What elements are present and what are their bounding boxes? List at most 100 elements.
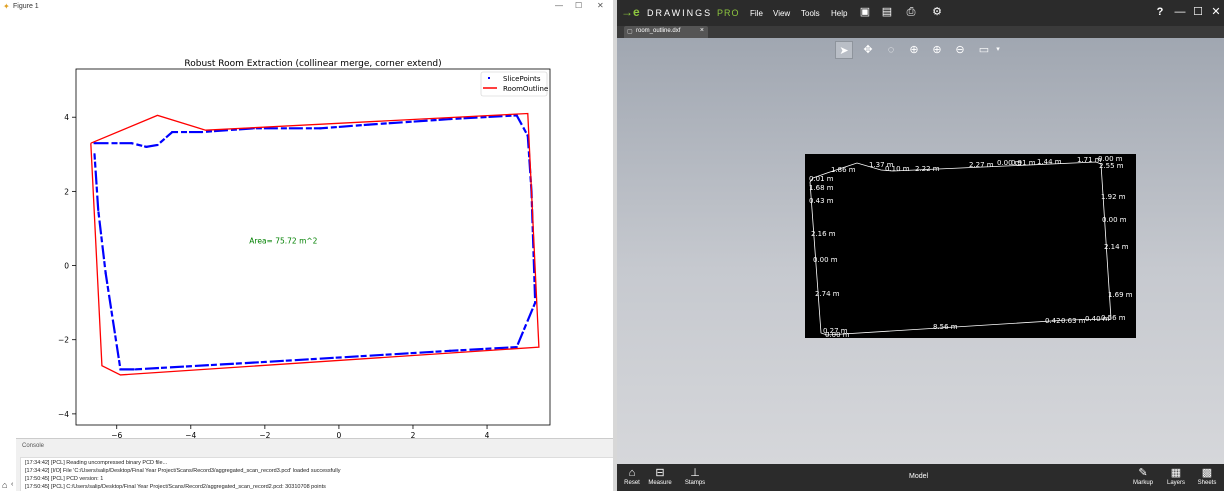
y-tick-label: 0 xyxy=(64,262,69,271)
print-icon[interactable]: ⎙ xyxy=(904,6,918,19)
menu-file[interactable]: File xyxy=(750,9,763,18)
dimension-label: 2.27 m xyxy=(969,161,994,169)
edrawings-bottombar: ⌂ Reset ⊟ Measure ⊥ Stamps Model ✎ Markup ▦ L… xyxy=(617,464,1224,491)
dimension-label: 0.00 m xyxy=(825,331,850,338)
document-tabbar: ▢ room_outline.dxf × xyxy=(617,26,1224,38)
maximize-button[interactable]: ☐ xyxy=(575,1,582,10)
markup-button[interactable]: ✎ Markup xyxy=(1128,466,1158,486)
reset-button[interactable]: ⌂ Reset xyxy=(617,466,647,486)
slice-point xyxy=(104,271,107,274)
minimize-button[interactable]: — xyxy=(555,1,563,10)
home-icon: ⌂ xyxy=(628,467,636,479)
dimension-label: 8.56 m xyxy=(933,323,958,331)
edrawings-logo-icon: →e xyxy=(621,5,640,19)
slice-point xyxy=(319,127,322,130)
zoom-area-icon[interactable]: ⊕ xyxy=(905,41,923,59)
sheets-button[interactable]: ▩ Sheets xyxy=(1192,466,1222,486)
pen-icon: ✎ xyxy=(1138,467,1148,479)
console-panel: Console [17:34:42] [PCL] Reading uncompr… xyxy=(16,438,614,491)
select-arrow-icon[interactable]: ➤ xyxy=(835,41,853,59)
x-tick-label: 2 xyxy=(411,431,416,438)
minimize-button[interactable]: — xyxy=(1173,6,1187,19)
x-tick-label: −2 xyxy=(259,431,270,438)
legend-label-slicepoints: SlicePoints xyxy=(503,75,541,83)
open-folder-icon[interactable]: ▣ xyxy=(858,6,872,19)
dimension-label: 0.00 m xyxy=(813,256,838,264)
dimension-label: 0.42 xyxy=(1045,317,1061,325)
edrawings-topbar: →e DRAWINGS PRO File View Tools Help ▣ ▤… xyxy=(617,0,1224,26)
x-tick-label: −6 xyxy=(111,431,122,438)
chevron-down-icon[interactable]: ▾ xyxy=(989,41,1007,59)
plot-axes xyxy=(75,68,551,426)
dimension-label: 2.22 m xyxy=(915,165,940,173)
tab-room-outline[interactable]: ▢ room_outline.dxf × xyxy=(624,26,708,38)
y-tick-label: −4 xyxy=(58,410,69,419)
x-axis: −6 −4 −2 0 2 4 xyxy=(111,425,490,438)
tab-close-icon[interactable]: × xyxy=(700,27,704,34)
slice-point xyxy=(145,145,148,148)
y-tick-label: 4 xyxy=(64,113,69,122)
dimension-label: 2.16 m xyxy=(811,230,836,238)
dimension-label: 0.91 m xyxy=(1011,159,1036,167)
menu-tools[interactable]: Tools xyxy=(801,9,820,18)
chart-title: Robust Room Extraction (collinear merge,… xyxy=(184,59,441,69)
slice-point xyxy=(263,360,266,363)
edrawings-window: →e DRAWINGS PRO File View Tools Help ▣ ▤… xyxy=(617,0,1224,491)
dimension-label: 2.14 m xyxy=(1104,243,1129,251)
room-outline-drawing xyxy=(809,161,1112,336)
dimension-label: 0.56 m xyxy=(1101,314,1126,322)
console-title: Console xyxy=(22,443,45,449)
slice-point xyxy=(119,368,122,371)
legend: SlicePoints RoomOutline xyxy=(480,71,548,97)
ruler-icon: ⊟ xyxy=(655,467,665,479)
tab-label: room_outline.dxf xyxy=(636,28,681,34)
menu-help[interactable]: Help xyxy=(831,9,847,18)
zoom-fit-icon[interactable]: ⊖ xyxy=(951,41,969,59)
close-button[interactable]: ✕ xyxy=(1209,6,1223,19)
slice-point xyxy=(449,118,452,121)
window-titlebar: ✦ Figure 1 — ☐ ✕ xyxy=(0,0,614,13)
maximize-button[interactable]: ☐ xyxy=(1191,6,1205,19)
dimension-label: 1.68 m xyxy=(809,184,834,192)
x-tick-label: 4 xyxy=(485,431,490,438)
dimension-label: 1.44 m xyxy=(1037,158,1062,166)
zoom-in-icon[interactable]: ⊕ xyxy=(928,41,946,59)
help-icon[interactable]: ? xyxy=(1153,6,1167,19)
drawing-canvas[interactable]: 1.86 m1.37 m0.10 m 2.22 m 2.27 m 0.00 m0.91… xyxy=(805,154,1136,338)
close-button[interactable]: ✕ xyxy=(597,1,604,10)
stamp-icon: ⊥ xyxy=(690,467,700,479)
edrawings-brand: DRAWINGS xyxy=(647,8,713,18)
save-icon[interactable]: ▤ xyxy=(880,6,894,19)
slice-point xyxy=(534,301,537,304)
layers-button[interactable]: ▦ Layers xyxy=(1161,466,1191,486)
collapse-icon[interactable]: ‹ xyxy=(11,481,13,488)
x-tick-label: 0 xyxy=(337,431,342,438)
edrawings-pro-label: PRO xyxy=(717,8,740,18)
slice-point xyxy=(156,144,159,147)
console-line: [17:34:42] [I/O] File 'C:/Users/salip/De… xyxy=(25,468,341,474)
matplotlib-window: ✦ Figure 1 — ☐ ✕ Robust Room Extraction … xyxy=(0,0,614,491)
dimension-label: 0.01 m xyxy=(809,175,834,183)
pan-icon[interactable]: ✥ xyxy=(859,41,877,59)
measure-button[interactable]: ⊟ Measure xyxy=(645,466,675,486)
slice-point xyxy=(171,131,174,134)
slice-point xyxy=(134,368,137,371)
dimension-label: 1.86 m xyxy=(831,166,856,174)
slice-point xyxy=(449,349,452,352)
rotate-icon[interactable]: ◌ xyxy=(882,41,900,59)
dimension-label: 2.74 m xyxy=(815,290,840,298)
dimension-label: 0.63 m xyxy=(1061,317,1086,325)
desktop: ✦ Figure 1 — ☐ ✕ Robust Room Extraction … xyxy=(0,0,1224,491)
menu-view[interactable]: View xyxy=(773,9,790,18)
y-axis: 4 2 0 −2 −4 xyxy=(58,113,76,419)
sheets-icon: ▩ xyxy=(1201,467,1213,479)
console-line: [17:50:45] [PCL] PCD version: 1 xyxy=(25,476,104,482)
model-label[interactable]: Model xyxy=(909,473,928,480)
slice-point xyxy=(130,142,133,145)
stamps-button[interactable]: ⊥ Stamps xyxy=(680,466,710,486)
dimension-label: 0.00 m xyxy=(1102,216,1127,224)
console-line: [17:50:45] [PCL] C:/Users/salip/Desktop/… xyxy=(25,484,326,490)
home-icon[interactable]: ⌂ xyxy=(2,480,7,490)
console-output[interactable]: [17:34:42] [PCL] Reading uncompressed bi… xyxy=(20,457,614,491)
settings-gear-icon[interactable]: ⚙ xyxy=(930,6,944,19)
